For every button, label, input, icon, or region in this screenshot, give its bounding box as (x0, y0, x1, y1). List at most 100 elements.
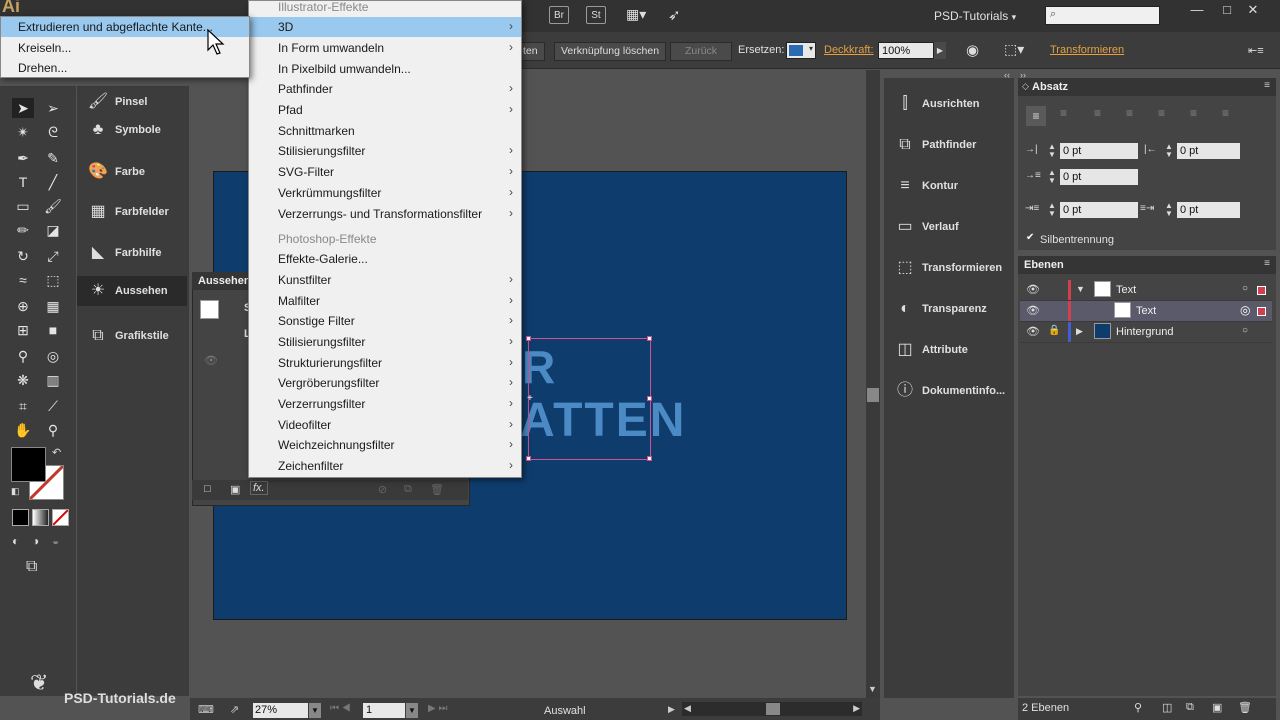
zoom-tool-icon[interactable]: ⚲ (42, 420, 64, 440)
bridge-button[interactable]: Br (549, 6, 569, 24)
selection-handle[interactable] (526, 336, 531, 341)
menu-item-video[interactable]: Videofilter › (249, 415, 521, 435)
stock-button[interactable]: St (586, 6, 606, 24)
color-mode-icon[interactable] (12, 509, 29, 526)
default-colors-icon[interactable]: ◧ (11, 486, 20, 497)
horizontal-scrollbar[interactable]: ◀ ▶ (682, 702, 862, 716)
artboard-nav-icon[interactable]: ⌨ (198, 703, 214, 716)
layer-name[interactable]: Hintergrund (1116, 326, 1173, 338)
dock-item-color-guide[interactable]: ◣ Farbhilfe (77, 235, 189, 275)
lasso-tool-icon[interactable]: ᘓ (42, 122, 64, 142)
pencil-tool-icon[interactable]: ✏ (12, 220, 34, 240)
back-button[interactable]: Zurück (670, 42, 732, 61)
layer-row[interactable]: 👁 🔒 ▶ Hintergrund ○ (1020, 322, 1272, 343)
curvature-tool-icon[interactable]: ✎ (42, 148, 64, 168)
layer-name[interactable]: Text (1116, 284, 1136, 296)
dock-item-stroke[interactable]: ≡ Kontur (884, 166, 1014, 206)
first-artboard-icon[interactable]: ⏮ ◀ (330, 703, 351, 714)
transform-reference-icon[interactable]: ⬚▾ (1004, 41, 1024, 58)
dock-item-attributes[interactable]: ◫ Attribute (884, 330, 1014, 370)
selection-handle[interactable] (647, 396, 652, 401)
minimize-button[interactable]: — (1182, 2, 1212, 20)
justify-right-icon[interactable]: ≡ (1190, 106, 1197, 120)
trash-icon[interactable]: 🗑 (430, 483, 444, 496)
artboard-number-field[interactable]: 1 (363, 703, 405, 718)
scroll-thumb[interactable] (867, 388, 879, 402)
stepper-icon[interactable]: ▲ ▼ (1048, 169, 1058, 185)
dock-item-symbols[interactable]: ♣ Symbole (77, 112, 189, 152)
justify-left-icon[interactable]: ≡ (1126, 106, 1133, 120)
dock-item-pathfinder[interactable]: ⧉ Pathfinder (884, 125, 1014, 165)
direct-selection-tool-icon[interactable]: ➢ (42, 98, 64, 118)
left-indent-field[interactable]: 0 pt (1060, 143, 1138, 159)
add-stroke-icon[interactable]: □ (204, 483, 211, 495)
symbol-sprayer-tool-icon[interactable]: ❋ (12, 370, 34, 390)
selection-indicator[interactable] (1257, 286, 1266, 295)
scroll-down-icon[interactable]: ▼ (868, 684, 877, 694)
rectangle-tool-icon[interactable]: ▭ (12, 196, 34, 216)
selection-bounding-box[interactable] (528, 338, 651, 460)
menu-item-pixelate[interactable]: Vergröberungsfilter › (249, 373, 521, 393)
dock-item-align[interactable]: ⫿ Ausrichten (884, 84, 1014, 124)
slice-tool-icon[interactable]: ⟋ (42, 396, 64, 416)
menu-item-path[interactable]: Pfad › (249, 100, 521, 120)
dock-item-document-info[interactable]: ⓘ Dokumentinfo... (884, 371, 1014, 411)
draw-behind-icon[interactable]: ◑ (32, 534, 39, 548)
menu-item-rasterize[interactable]: In Pixelbild umwandeln... (249, 59, 521, 79)
column-graph-tool-icon[interactable]: ▥ (42, 370, 64, 390)
chevron-down-icon[interactable]: ▼ (406, 703, 418, 718)
menu-item-distort-transform[interactable]: Verzerrungs- und Transformationsfilter › (249, 204, 521, 224)
visibility-eye-icon[interactable]: 👁 (1026, 325, 1040, 338)
align-right-icon[interactable]: ≡ (1094, 106, 1101, 120)
visibility-eye-icon[interactable]: 👁 (1026, 283, 1040, 296)
expand-triangle-icon[interactable]: ▶ (1076, 326, 1083, 337)
first-line-indent-field[interactable]: 0 pt (1060, 169, 1138, 185)
selection-handle[interactable] (526, 456, 531, 461)
hyphenation-checkbox[interactable]: ✔ (1026, 233, 1036, 243)
line-tool-icon[interactable]: ╱ (42, 172, 64, 192)
space-after-field[interactable]: 0 pt (1177, 202, 1240, 218)
draw-normal-icon[interactable]: ◐ (12, 534, 19, 548)
scroll-thumb[interactable] (766, 703, 780, 715)
magic-wand-tool-icon[interactable]: ✴ (12, 122, 34, 142)
selection-handle[interactable] (647, 456, 652, 461)
recolor-icon[interactable]: ◉ (966, 41, 979, 59)
free-transform-tool-icon[interactable]: ⬚ (42, 270, 64, 290)
close-button[interactable]: ✕ (1238, 2, 1268, 20)
draw-inside-icon[interactable]: ◒ (52, 534, 59, 548)
dock-item-color[interactable]: 🎨 Farbe (77, 154, 189, 194)
expand-triangle-icon[interactable]: ▼ (1076, 284, 1085, 294)
new-layer-icon[interactable]: ▣ (1212, 701, 1222, 714)
justify-center-icon[interactable]: ≡ (1158, 106, 1165, 120)
gradient-tool-icon[interactable]: ■ (42, 320, 64, 340)
menu-item-effect-gallery[interactable]: Effekte-Galerie... (249, 249, 521, 269)
target-circle-icon[interactable]: ◎ (1240, 303, 1250, 317)
layer-name[interactable]: Text (1136, 305, 1156, 317)
align-center-icon[interactable]: ≡ (1060, 106, 1067, 120)
menu-item-blur[interactable]: Weichzeichnungsfilter › (249, 435, 521, 455)
dock-item-appearance[interactable]: ☀ Aussehen (77, 276, 187, 306)
stepper-icon[interactable]: ▲ ▼ (1165, 143, 1175, 159)
menu-item-sketch[interactable]: Zeichenfilter › (249, 456, 521, 476)
gpu-rocket-icon[interactable]: ➶ (668, 6, 681, 24)
right-indent-field[interactable]: 0 pt (1177, 143, 1240, 159)
help-search-input[interactable]: ⌕ (1045, 6, 1160, 25)
target-circle-icon[interactable]: ○ (1242, 283, 1248, 294)
collapse-dock-icon[interactable]: ‹‹ (1004, 70, 1010, 80)
visibility-eye-icon[interactable]: 👁 (1026, 304, 1040, 317)
menu-item-convert-shape[interactable]: In Form umwandeln › (249, 38, 521, 58)
paragraph-panel-header[interactable]: ◇ Absatz ≡ (1018, 78, 1276, 96)
clear-appearance-icon[interactable]: ⊘ (378, 483, 387, 496)
dock-item-swatches[interactable]: ▦ Farbfelder (77, 194, 189, 234)
mesh-tool-icon[interactable]: ⊞ (12, 320, 34, 340)
pen-tool-icon[interactable]: ✒ (12, 148, 34, 168)
next-artboard-icon[interactable]: ▶ ⏭ (428, 703, 447, 714)
eyedropper-tool-icon[interactable]: ⚲ (12, 346, 34, 366)
menu-item-crop-marks[interactable]: Schnittmarken (249, 121, 521, 141)
panel-menu-icon[interactable]: ≡ (1264, 258, 1270, 269)
dock-item-gradient[interactable]: ▭ Verlauf (884, 207, 1014, 247)
selection-tool-icon[interactable]: ➤ (12, 98, 34, 118)
eraser-tool-icon[interactable]: ◪ (42, 220, 64, 240)
space-before-field[interactable]: 0 pt (1060, 202, 1138, 218)
hand-tool-icon[interactable]: ✋ (12, 420, 34, 440)
